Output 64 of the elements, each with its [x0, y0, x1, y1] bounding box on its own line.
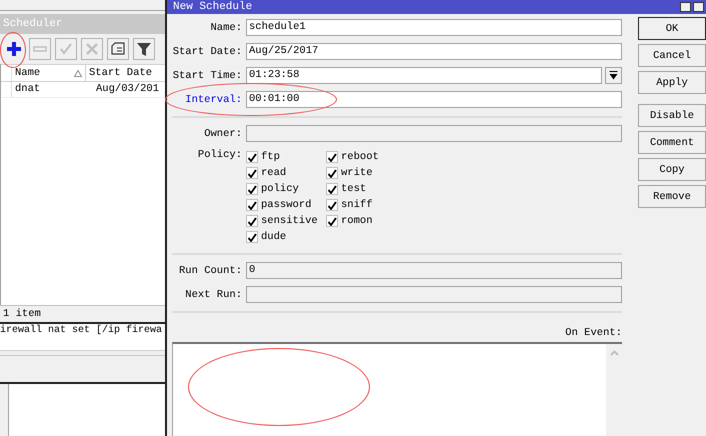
field-label: Owner: [203, 128, 242, 140]
check-icon [58, 41, 74, 57]
input-field[interactable]: schedule1 [246, 19, 622, 36]
field-label: Run Count: [178, 264, 242, 276]
checkbox[interactable] [246, 167, 258, 179]
checkbox[interactable] [246, 151, 258, 163]
checkbox[interactable] [326, 215, 338, 227]
table-cell-text: Aug/03/201 [95, 82, 160, 97]
scrollbar[interactable] [606, 344, 622, 436]
field-label: Start Date: [172, 46, 242, 58]
checkbox-label[interactable]: romon [341, 215, 373, 227]
dialog-button[interactable]: Cancel [638, 44, 706, 67]
dialog-button[interactable]: Disable [638, 104, 706, 127]
field-label: Interval: [184, 94, 242, 106]
scroll-up-icon [610, 350, 618, 356]
close-button[interactable] [693, 2, 704, 12]
filter-button[interactable] [133, 38, 155, 60]
column-header[interactable]: Start Date [86, 65, 165, 81]
checkbox-label[interactable]: read [261, 167, 286, 179]
table-cell-text: dnat [14, 82, 42, 97]
column-header[interactable]: Name [12, 65, 86, 81]
checkbox-label[interactable]: policy [261, 183, 299, 195]
checkbox[interactable] [246, 231, 258, 243]
sort-icon [74, 70, 82, 76]
script-editor[interactable] [172, 342, 622, 436]
checkbox-label[interactable]: test [341, 183, 366, 195]
checkbox[interactable] [326, 199, 338, 211]
checkbox-label[interactable]: ftp [261, 151, 280, 163]
header-label: Start Date [89, 66, 152, 81]
input-field[interactable]: 01:23:58 [246, 67, 602, 84]
field-label: Name: [209, 22, 242, 34]
plus-icon [6, 41, 22, 57]
dialog-title: New Schedule [173, 0, 252, 14]
input-field[interactable]: Aug/25/2017 [246, 43, 622, 60]
checkbox-label[interactable]: sniff [341, 199, 373, 211]
dialog-button[interactable]: Remove [638, 185, 706, 208]
checkbox[interactable] [326, 167, 338, 179]
checkbox-label[interactable]: sensitive [261, 215, 318, 227]
maximize-button[interactable] [680, 2, 691, 12]
checkbox[interactable] [246, 183, 258, 195]
field-label: Next Run: [184, 288, 242, 300]
checkbox[interactable] [326, 151, 338, 163]
cross-icon [84, 41, 100, 57]
dropdown-button[interactable] [605, 67, 622, 84]
comment-button[interactable] [107, 38, 129, 60]
checkbox-label[interactable]: password [261, 199, 312, 211]
field-label: Start Time: [172, 70, 242, 82]
checkbox[interactable] [246, 215, 258, 227]
arrow-down-icon [609, 71, 618, 80]
dialog-button[interactable]: Copy [638, 158, 706, 181]
filter-icon [136, 41, 152, 57]
checkbox-label[interactable]: dude [261, 231, 286, 243]
dialog-button[interactable]: Comment [638, 131, 706, 154]
checkbox-label[interactable]: reboot [341, 151, 379, 163]
field-label: Policy: [196, 149, 242, 161]
field-label: On Event: [565, 326, 622, 340]
header-label: Name [15, 66, 40, 81]
checkbox-label[interactable]: write [341, 167, 373, 179]
note-icon [110, 41, 126, 57]
input-field[interactable]: 00:01:00 [246, 91, 622, 108]
checkbox[interactable] [246, 199, 258, 211]
checkbox[interactable] [326, 183, 338, 195]
dialog-button[interactable]: OK [638, 17, 706, 40]
dialog-button[interactable]: Apply [638, 71, 706, 94]
